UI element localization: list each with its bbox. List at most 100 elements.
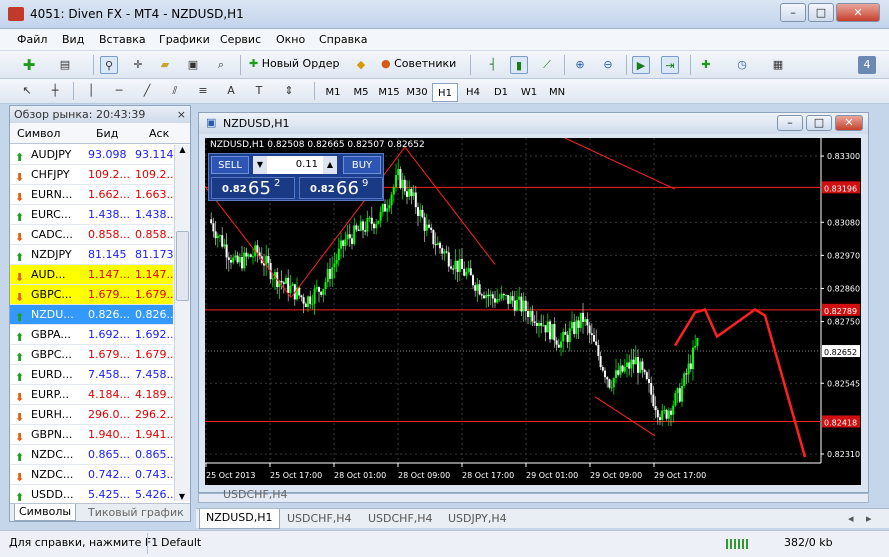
buy-price[interactable]: 0.82 66 9	[299, 177, 383, 199]
symbol-row[interactable]: ⬆ NZDU... 0.826... 0.826...	[10, 305, 173, 325]
menu-file[interactable]: Файл	[17, 33, 47, 46]
minimize-button[interactable]: –	[780, 3, 806, 22]
chart-tab-usdchf-h4[interactable]: USDCHF,H4	[287, 512, 352, 525]
timeframe-m1[interactable]: M1	[320, 83, 346, 102]
close-icon[interactable]: ×	[177, 106, 186, 123]
sell-price[interactable]: 0.82 65 2	[211, 177, 295, 199]
chart-tab-usdchf-h4-2[interactable]: USDCHF,H4	[368, 512, 433, 525]
scroll-down-icon[interactable]: ▼	[175, 492, 189, 501]
symbol-row[interactable]: ⬇ GBPN... 1.940... 1.941...	[10, 425, 173, 445]
timeframe-d1[interactable]: D1	[488, 83, 514, 102]
terminal-icon[interactable]: ▣	[184, 56, 202, 74]
symbol-row[interactable]: ⬆ EURC... 1.438... 1.438...	[10, 205, 173, 225]
symbol-row[interactable]: ⬆ EURD... 7.458... 7.458...	[10, 365, 173, 385]
vertical-line-icon[interactable]: │	[82, 82, 100, 100]
symbol-row[interactable]: ⬆ NZDC... 0.865... 0.865...	[10, 445, 173, 465]
menu-insert[interactable]: Вставка	[99, 33, 146, 46]
folder-icon[interactable]: ▰	[156, 56, 174, 74]
arrows-icon[interactable]: ⇕	[280, 82, 298, 100]
zoom-out-icon[interactable]: ⊖	[599, 56, 617, 74]
channel-icon[interactable]: ⫽	[166, 82, 184, 100]
timeframe-m30[interactable]: M30	[404, 83, 430, 102]
cursor-icon[interactable]: ↖	[18, 82, 36, 100]
close-button[interactable]: ✕	[836, 3, 880, 22]
market-watch-icon[interactable]: ⚲	[100, 56, 118, 74]
chart-maximize-button[interactable]: □	[806, 115, 832, 131]
new-chart-icon[interactable]: ✚	[20, 56, 38, 74]
text-label-icon[interactable]: T	[250, 82, 268, 100]
buy-button[interactable]: BUY	[343, 156, 381, 174]
periods-icon[interactable]: ◷	[733, 56, 751, 74]
symbol-row[interactable]: ⬇ CHFJPY 109.2... 109.2...	[10, 165, 173, 185]
column-ask[interactable]: Аск	[149, 127, 169, 140]
menu-charts[interactable]: Графики	[159, 33, 210, 46]
symbol-row[interactable]: ⬆ NZDJPY 81.145 81.173	[10, 245, 173, 265]
scroll-up-icon[interactable]: ▲	[175, 145, 190, 154]
chart-shift-icon[interactable]: ⇥	[661, 56, 679, 74]
zoom-in-icon[interactable]: ⊕	[571, 56, 589, 74]
symbol-row[interactable]: ⬇ AUD... 1.147... 1.147...	[10, 265, 173, 285]
symbol-row[interactable]: ⬆ GBPA... 1.692... 1.692...	[10, 325, 173, 345]
trendline[interactable]	[564, 138, 676, 190]
sell-button[interactable]: SELL	[211, 156, 249, 174]
indicators-icon[interactable]: ✚	[697, 56, 715, 74]
price-chart[interactable]: 0.83196 0.82789 0.82418 0.82652 0.83300 0.830…	[205, 138, 861, 485]
trendline[interactable]	[594, 396, 656, 437]
new-order-button[interactable]: ✚ Новый Ордер	[246, 55, 343, 75]
column-symbol[interactable]: Символ	[17, 127, 60, 140]
menu-tools[interactable]: Сервис	[220, 33, 261, 46]
notification-icon[interactable]: 4	[858, 56, 876, 74]
templates-icon[interactable]: ▦	[769, 56, 787, 74]
bar-chart-icon[interactable]: ┤	[484, 56, 502, 74]
trendline[interactable]	[404, 146, 496, 265]
profiles-icon[interactable]: ▤	[56, 56, 74, 74]
line-chart-icon[interactable]: ⟋	[538, 56, 556, 74]
chart-tab-nzdusd-h1[interactable]: NZDUSD,H1	[199, 509, 280, 529]
symbol-row[interactable]: ⬇ CADC... 0.858... 0.858...	[10, 225, 173, 245]
text-icon[interactable]: A	[222, 82, 240, 100]
connection-status-icon[interactable]	[726, 539, 748, 549]
tab-scroll-left-icon[interactable]: ◂	[848, 512, 854, 525]
lots-input[interactable]: 0.11	[267, 156, 323, 174]
menu-view[interactable]: Вид	[62, 33, 84, 46]
timeframe-mn[interactable]: MN	[544, 83, 570, 102]
market-watch-scrollbar[interactable]: ▲ ▼	[174, 145, 190, 501]
menu-window[interactable]: Окно	[276, 33, 305, 46]
symbol-row[interactable]: ⬇ EURN... 1.662... 1.663...	[10, 185, 173, 205]
horizontal-line-icon[interactable]: ─	[110, 82, 128, 100]
symbol-row[interactable]: ⬇ EURH... 296.0... 296.2...	[10, 405, 173, 425]
metaeditor-icon[interactable]: ◆	[352, 56, 370, 74]
strategy-tester-icon[interactable]: ⌕	[212, 56, 230, 74]
timeframe-m5[interactable]: M5	[348, 83, 374, 102]
timeframe-w1[interactable]: W1	[516, 83, 542, 102]
trendline-icon[interactable]: ╱	[138, 82, 156, 100]
lots-decrease-icon[interactable]: ▼	[253, 156, 267, 174]
chart-close-button[interactable]: ✕	[835, 115, 863, 131]
tab-tick-chart[interactable]: Тиковый график	[88, 506, 184, 519]
crosshair-icon[interactable]: ┼	[46, 82, 64, 100]
timeframe-h1[interactable]: H1	[432, 83, 458, 102]
scrollbar-thumb[interactable]	[176, 231, 189, 301]
autoscroll-icon[interactable]: ▶	[632, 56, 650, 74]
symbol-row[interactable]: ⬇ NZDC... 0.742... 0.743...	[10, 465, 173, 485]
maximize-button[interactable]: □	[808, 3, 834, 22]
menu-help[interactable]: Справка	[319, 33, 367, 46]
column-bid[interactable]: Бид	[96, 127, 118, 140]
symbol-row[interactable]: ⬆ GBPC... 1.679... 1.679...	[10, 345, 173, 365]
symbol-row[interactable]: ⬇ EURP... 4.184... 4.189...	[10, 385, 173, 405]
chart-minimize-button[interactable]: –	[777, 115, 803, 131]
symbol-row[interactable]: ⬆ USDD... 5.425... 5.426...	[10, 485, 173, 505]
lots-increase-icon[interactable]: ▲	[323, 156, 337, 174]
experts-button[interactable]: ● Советники	[378, 55, 459, 75]
second-chart-window[interactable]: USDCHF,H4	[198, 488, 869, 503]
chart-tab-usdjpy-h4[interactable]: USDJPY,H4	[448, 512, 507, 525]
tab-symbols[interactable]: Символы	[14, 504, 77, 521]
symbol-row[interactable]: ⬇ GBPC... 1.679... 1.679...	[10, 285, 173, 305]
tab-scroll-right-icon[interactable]: ▸	[866, 512, 872, 525]
timeframe-m15[interactable]: M15	[376, 83, 402, 102]
navigator-icon[interactable]: ✛	[129, 56, 147, 74]
timeframe-h4[interactable]: H4	[460, 83, 486, 102]
symbol-row[interactable]: ⬆ AUDJPY 93.098 93.114	[10, 145, 173, 165]
fibonacci-icon[interactable]: ≡	[194, 82, 212, 100]
candlestick-icon[interactable]: ▮	[510, 56, 528, 74]
